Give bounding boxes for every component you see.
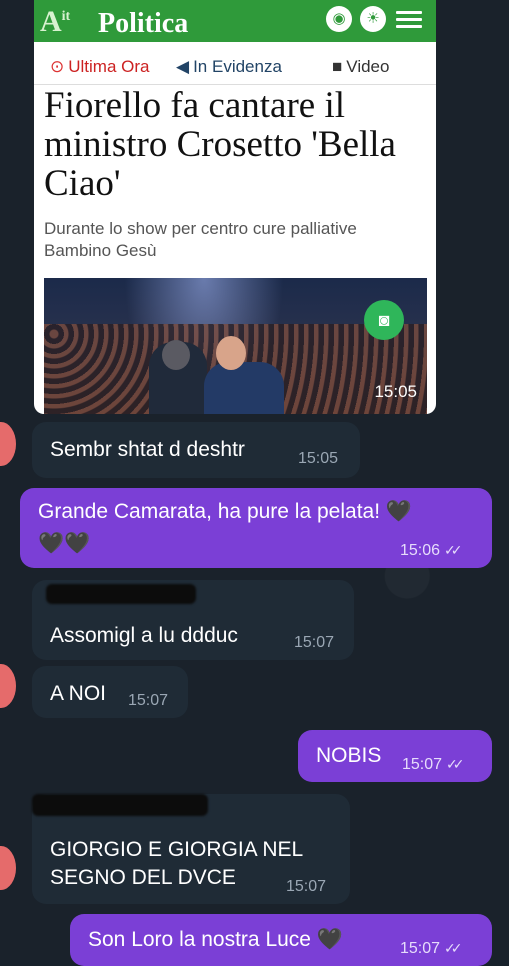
message-time: 15:05 bbox=[374, 382, 417, 401]
weather-icon[interactable]: ☀ bbox=[360, 6, 386, 32]
clock-icon: ⊙ bbox=[50, 57, 65, 76]
video-icon: ■ bbox=[332, 57, 343, 76]
camera-icon[interactable]: ◙ bbox=[364, 300, 404, 340]
tab-in-evidenza[interactable]: ◀ In Evidenza bbox=[176, 57, 282, 77]
megaphone-icon: ◀ bbox=[176, 57, 190, 76]
tab-video[interactable]: ■ Video bbox=[332, 57, 389, 77]
article-tabs: ⊙ Ultima Ora ◀ In Evidenza ■ Video bbox=[34, 52, 436, 85]
shared-article-card[interactable]: Ait Politica ◉ ☀ ⊙ Ultima Ora ◀ In Evidenz… bbox=[34, 0, 436, 414]
message-bubble-incoming[interactable]: A NOI 15:07 bbox=[32, 666, 188, 718]
podcast-icon[interactable]: ◉ bbox=[326, 6, 352, 32]
message-bubble-outgoing[interactable]: Son Loro la nostra Luce 🖤 15:07 ✓✓ bbox=[70, 914, 492, 966]
menu-icon[interactable] bbox=[396, 8, 422, 30]
read-check-icon: ✓✓ bbox=[444, 940, 463, 956]
message-bubble-outgoing[interactable]: Grande Camarata, ha pure la pelata! 🖤 🖤🖤… bbox=[20, 488, 492, 568]
message-bubble-incoming[interactable]: Assomigl a lu ddduc 15:07 bbox=[32, 580, 354, 660]
redacted-sender-name bbox=[46, 584, 196, 604]
read-check-icon: ✓✓ bbox=[444, 542, 463, 558]
message-bubble-incoming[interactable]: Sembr shtat d deshtr 15:05 bbox=[32, 422, 360, 478]
message-bubble-outgoing[interactable]: NOBIS 15:07 ✓✓ bbox=[298, 730, 492, 782]
article-subheadline: Durante lo show per centro cure palliati… bbox=[44, 219, 357, 260]
redacted-sender-name bbox=[32, 794, 208, 816]
message-bubble-incoming[interactable]: GIORGIO E GIORGIA NEL SEGNO DEL DVCE 15:… bbox=[32, 794, 350, 904]
article-photo[interactable]: ◙ 15:05 bbox=[44, 278, 427, 414]
person-left-head bbox=[162, 340, 190, 370]
tab-ultima-ora[interactable]: ⊙ Ultima Ora bbox=[50, 57, 149, 77]
person-right-head bbox=[216, 336, 246, 370]
article-headline: Fiorello fa cantare il ministro Crosetto… bbox=[44, 85, 396, 204]
article-header: Ait Politica ◉ ☀ bbox=[34, 0, 436, 42]
person-right bbox=[204, 362, 284, 414]
section-title: Politica bbox=[98, 8, 189, 39]
read-check-icon: ✓✓ bbox=[446, 756, 465, 772]
brand-logo: Ait bbox=[40, 5, 71, 38]
